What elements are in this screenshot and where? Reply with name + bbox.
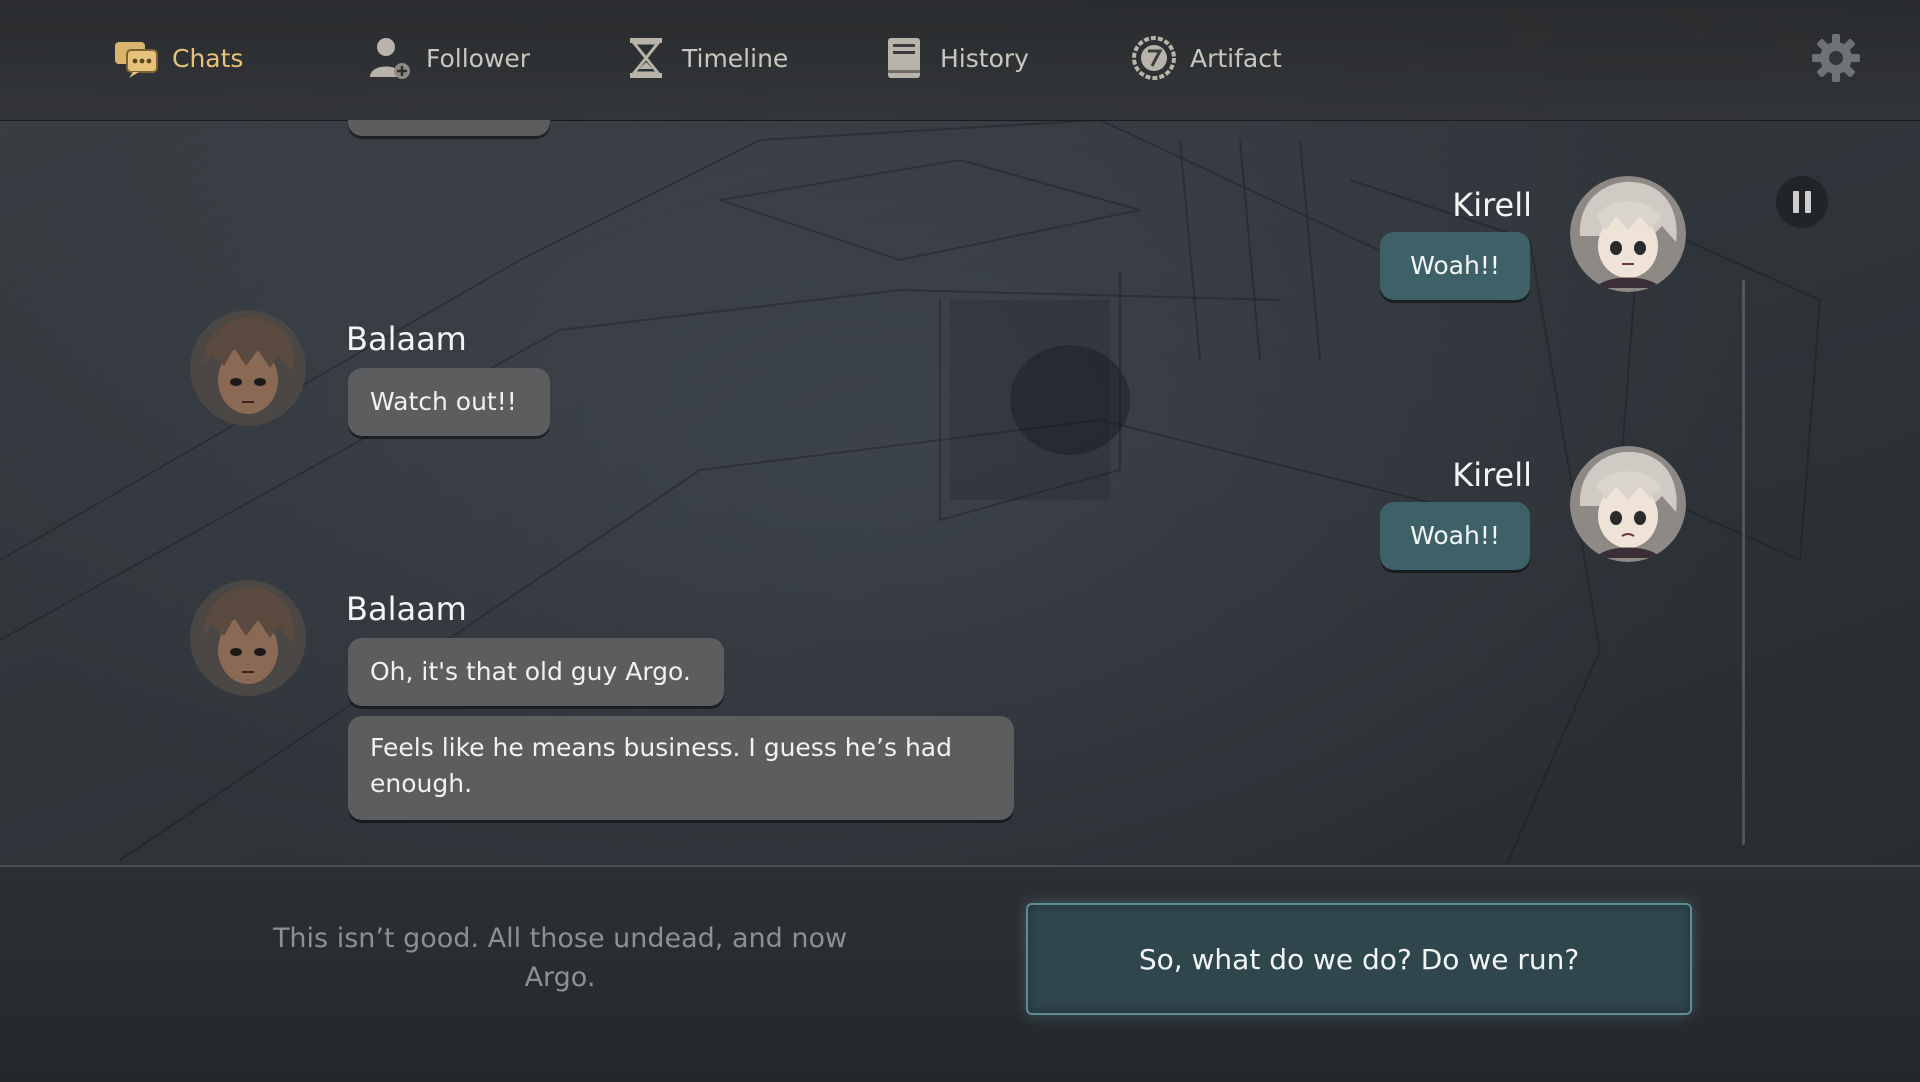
- tab-follower[interactable]: Follower: [366, 30, 530, 86]
- top-nav-bar: Chats Follower Timeline History Artifact: [0, 0, 1920, 121]
- pause-icon: [1805, 191, 1811, 213]
- seven-medallion-icon: [1130, 34, 1178, 82]
- kirell-avatar: [1570, 176, 1686, 292]
- balaam-portrait-icon: [190, 580, 306, 696]
- kirell-portrait-icon: [1570, 176, 1686, 292]
- tab-chats[interactable]: Chats: [112, 30, 243, 86]
- chat-bubble-kirell: Woah!!: [1380, 232, 1530, 300]
- chat-bubble-balaam: Feels like he means business. I guess he…: [348, 716, 1014, 820]
- tab-history[interactable]: History: [880, 30, 1029, 86]
- speaker-name: Balaam: [346, 320, 467, 358]
- balaam-avatar: [190, 310, 306, 426]
- speaker-name: Balaam: [346, 590, 467, 628]
- tab-timeline-label: Timeline: [682, 43, 789, 73]
- tab-timeline[interactable]: Timeline: [622, 30, 788, 86]
- chat-bubble-balaam: Oh, it's that old guy Argo.: [348, 638, 724, 706]
- dialogue-choice-1[interactable]: This isn’t good. All those undead, and n…: [270, 919, 850, 997]
- chat-log[interactable]: Kirell Woah!! Balaam Watch out!! Kirell: [0, 120, 1920, 865]
- kirell-portrait-icon: [1570, 446, 1686, 562]
- chat-bubble-partial: [348, 120, 550, 136]
- chat-bubbles-icon: [112, 34, 160, 82]
- chat-bubble-balaam: Watch out!!: [348, 368, 550, 436]
- book-icon: [880, 34, 928, 82]
- dialogue-choice-2[interactable]: So, what do we do? Do we run?: [1026, 903, 1692, 1015]
- tab-follower-label: Follower: [426, 43, 531, 73]
- choice-bar: This isn’t good. All those undead, and n…: [0, 865, 1920, 1082]
- gear-icon: [1812, 34, 1860, 82]
- balaam-avatar: [190, 580, 306, 696]
- chat-bubble-kirell: Woah!!: [1380, 502, 1530, 570]
- tab-history-label: History: [940, 43, 1029, 73]
- balaam-portrait-icon: [190, 310, 306, 426]
- hourglass-icon: [622, 34, 670, 82]
- tab-chats-label: Chats: [172, 43, 244, 73]
- tab-artifact-label: Artifact: [1190, 43, 1282, 73]
- kirell-avatar: [1570, 446, 1686, 562]
- chat-scrollbar[interactable]: [1742, 280, 1745, 845]
- pause-button[interactable]: [1776, 176, 1828, 228]
- speaker-name: Kirell: [1452, 456, 1532, 494]
- speaker-name: Kirell: [1452, 186, 1532, 224]
- person-add-icon: [366, 34, 414, 82]
- settings-button[interactable]: [1810, 32, 1862, 84]
- pause-icon: [1793, 191, 1799, 213]
- tab-artifact[interactable]: Artifact: [1130, 30, 1282, 86]
